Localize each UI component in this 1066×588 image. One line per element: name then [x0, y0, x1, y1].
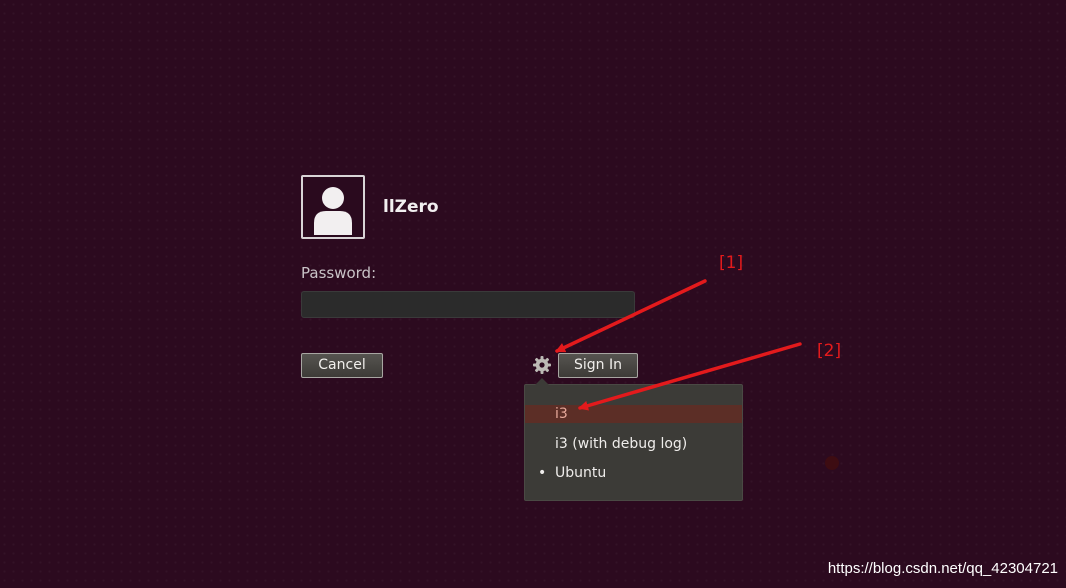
session-item-i3-debug[interactable]: i3 (with debug log)	[525, 435, 742, 453]
session-item-label: Ubuntu	[555, 465, 607, 481]
session-item-label: i3	[555, 406, 568, 422]
password-label: Password:	[301, 264, 377, 282]
session-item-label: i3 (with debug log)	[555, 436, 688, 452]
session-menu: i3 i3 (with debug log) • Ubuntu	[524, 378, 743, 501]
sign-in-button[interactable]: Sign In	[558, 353, 638, 378]
person-icon	[314, 187, 352, 235]
active-session-bullet: •	[538, 465, 547, 481]
user-avatar	[301, 175, 365, 239]
username: llZero	[383, 197, 439, 217]
password-input[interactable]	[301, 291, 635, 318]
cancel-button[interactable]: Cancel	[301, 353, 383, 378]
session-item-i3[interactable]: i3	[525, 405, 742, 423]
watermark: https://blog.csdn.net/qq_42304721	[827, 560, 1058, 577]
gear-icon[interactable]	[531, 354, 553, 376]
annotation-label-2: [2]	[817, 341, 842, 361]
annotation-label-1: [1]	[719, 253, 744, 273]
decorative-dot	[825, 456, 839, 470]
session-item-ubuntu[interactable]: • Ubuntu	[525, 464, 742, 482]
